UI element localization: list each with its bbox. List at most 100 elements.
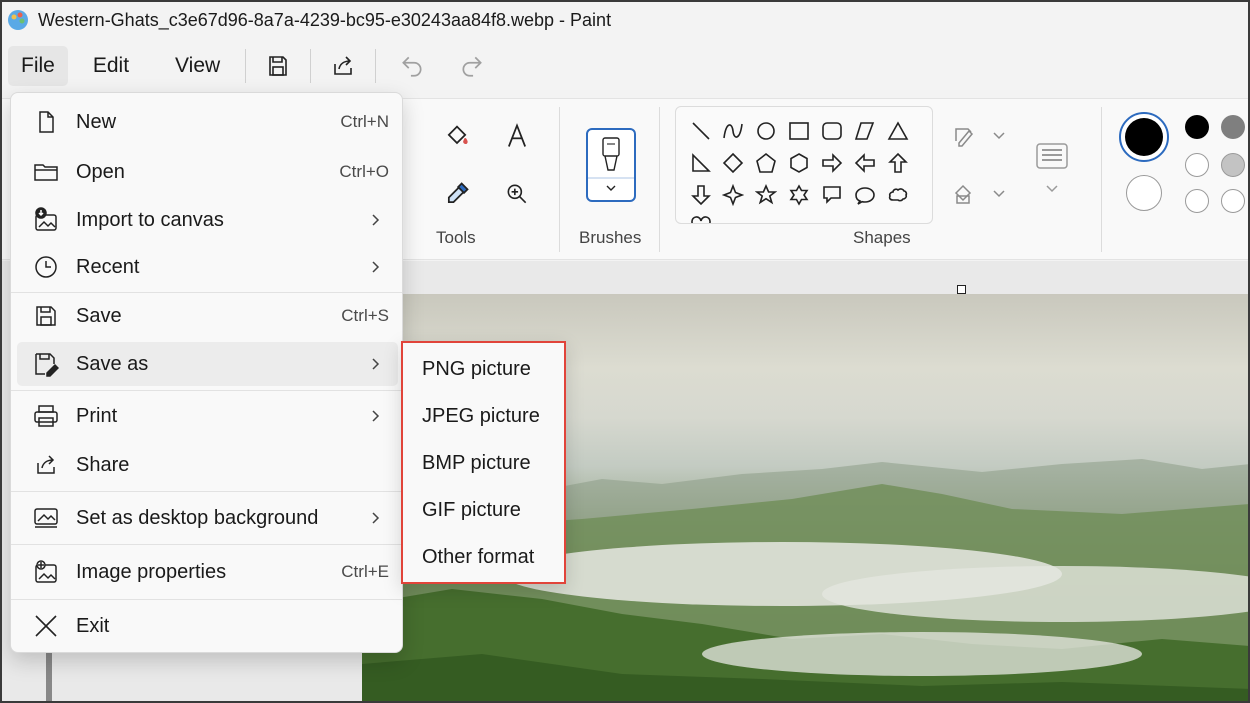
right-arrow-shape[interactable]: [817, 148, 847, 178]
image-properties-icon: [33, 559, 59, 585]
title-bar: Western-Ghats_c3e67d96-8a7a-4239-bc95-e3…: [2, 2, 1248, 38]
shapes-group-label: Shapes: [853, 228, 911, 247]
file-menu-new[interactable]: New Ctrl+N: [17, 100, 398, 144]
menu-view[interactable]: View: [162, 46, 233, 86]
right-triangle-icon: [692, 153, 711, 172]
color-black[interactable]: [1185, 115, 1209, 139]
oval-callout-shape[interactable]: [850, 180, 880, 210]
right-triangle-shape[interactable]: [686, 148, 716, 178]
color-gray[interactable]: [1221, 115, 1245, 139]
file-menu-new-label: New: [76, 110, 117, 133]
diamond-shape[interactable]: [718, 148, 748, 178]
file-menu: New Ctrl+N Open Ctrl+O Import to canvas …: [10, 92, 403, 653]
resize-handle[interactable]: [957, 285, 966, 294]
rounded-rectangle-shape[interactable]: [817, 116, 847, 146]
save-as-submenu: PNG picture JPEG picture BMP picture GIF…: [401, 341, 566, 584]
share-icon: [33, 452, 59, 478]
brushes-button[interactable]: [586, 128, 636, 202]
file-menu-save[interactable]: Save Ctrl+S: [17, 294, 398, 338]
file-menu-save-label: Save: [76, 304, 122, 327]
file-menu-save-as[interactable]: Save as: [17, 342, 398, 386]
text-icon: [508, 123, 526, 147]
color-picker-tool[interactable]: [440, 177, 474, 211]
tools-group-label: Tools: [436, 228, 476, 247]
file-menu-import-label: Import to canvas: [76, 208, 224, 231]
file-menu-exit[interactable]: Exit: [17, 604, 398, 648]
file-menu-print[interactable]: Print: [17, 394, 398, 438]
rectangle-shape[interactable]: [784, 116, 814, 146]
menu-edit[interactable]: Edit: [80, 46, 142, 86]
oval-shape[interactable]: [751, 116, 781, 146]
primary-color-swatch[interactable]: [1119, 112, 1169, 162]
save-button[interactable]: [258, 46, 298, 86]
color-empty-1[interactable]: [1185, 189, 1209, 213]
text-tool[interactable]: [500, 119, 534, 153]
share-button[interactable]: [323, 46, 363, 86]
fill-dropdown[interactable]: [950, 177, 1010, 211]
rect-callout-shape[interactable]: [817, 180, 847, 210]
pentagon-icon: [756, 152, 776, 173]
six-point-star-icon: [789, 184, 809, 206]
paint-app-icon: [8, 10, 28, 30]
magnifier-tool[interactable]: [500, 177, 534, 211]
left-arrow-shape[interactable]: [850, 148, 880, 178]
down-arrow-shape[interactable]: [686, 180, 716, 210]
rect-callout-icon: [823, 186, 841, 204]
five-point-star-shape[interactable]: [751, 180, 781, 210]
file-menu-new-shortcut: Ctrl+N: [340, 112, 389, 131]
save-as-png[interactable]: PNG picture: [422, 358, 531, 381]
up-arrow-shape[interactable]: [883, 148, 913, 178]
polygon-icon: [854, 122, 875, 140]
fill-tool[interactable]: [440, 119, 474, 153]
close-icon: [33, 613, 59, 639]
file-menu-open-shortcut: Ctrl+O: [339, 162, 389, 181]
chevron-right-icon: [372, 512, 380, 524]
menu-file[interactable]: File: [8, 46, 68, 86]
hexagon-icon: [790, 153, 808, 173]
file-menu-desktop-background[interactable]: Set as desktop background: [17, 496, 398, 540]
polygon-shape[interactable]: [850, 116, 880, 146]
line-shape[interactable]: [686, 116, 716, 146]
file-menu-import[interactable]: Import to canvas: [17, 198, 398, 242]
save-as-gif[interactable]: GIF picture: [422, 499, 521, 522]
heart-shape[interactable]: [686, 211, 716, 223]
size-dropdown[interactable]: [1032, 137, 1072, 197]
color-white[interactable]: [1185, 153, 1209, 177]
fill-icon: [954, 184, 1005, 204]
undo-button[interactable]: [392, 46, 432, 86]
eyedropper-icon: [447, 182, 469, 204]
file-menu-save-shortcut: Ctrl+S: [341, 306, 389, 325]
folder-icon: [33, 159, 59, 185]
file-menu-share[interactable]: Share: [17, 443, 398, 487]
menu-separator: [11, 599, 402, 600]
undo-icon: [402, 56, 422, 77]
brushes-group-label: Brushes: [579, 228, 642, 247]
oval-icon: [757, 122, 775, 140]
save-as-jpeg[interactable]: JPEG picture: [422, 405, 540, 428]
color-light-gray[interactable]: [1221, 153, 1245, 177]
save-as-other-format[interactable]: Other format: [422, 546, 534, 569]
chevron-right-icon: [372, 214, 380, 226]
curve-shape[interactable]: [718, 116, 748, 146]
six-point-star-shape[interactable]: [784, 180, 814, 210]
menu-separator: [11, 491, 402, 492]
printer-icon: [33, 403, 59, 429]
file-menu-share-label: Share: [76, 453, 130, 476]
color-empty-2[interactable]: [1221, 189, 1245, 213]
redo-button[interactable]: [452, 46, 492, 86]
cloud-callout-shape[interactable]: [883, 180, 913, 210]
file-menu-image-properties[interactable]: Image properties Ctrl+E: [17, 550, 398, 594]
file-menu-open[interactable]: Open Ctrl+O: [17, 150, 398, 194]
save-icon: [269, 56, 287, 76]
save-as-bmp[interactable]: BMP picture: [422, 452, 531, 475]
triangle-shape[interactable]: [883, 116, 913, 146]
window-title: Western-Ghats_c3e67d96-8a7a-4239-bc95-e3…: [38, 9, 612, 30]
outline-dropdown[interactable]: [950, 119, 1010, 153]
paint-bucket-icon: [447, 125, 468, 145]
pentagon-shape[interactable]: [751, 148, 781, 178]
hexagon-shape[interactable]: [784, 148, 814, 178]
four-point-star-shape[interactable]: [718, 180, 748, 210]
secondary-color-swatch[interactable]: [1126, 175, 1162, 211]
primary-color-fill: [1125, 118, 1163, 156]
file-menu-recent[interactable]: Recent: [17, 245, 398, 289]
